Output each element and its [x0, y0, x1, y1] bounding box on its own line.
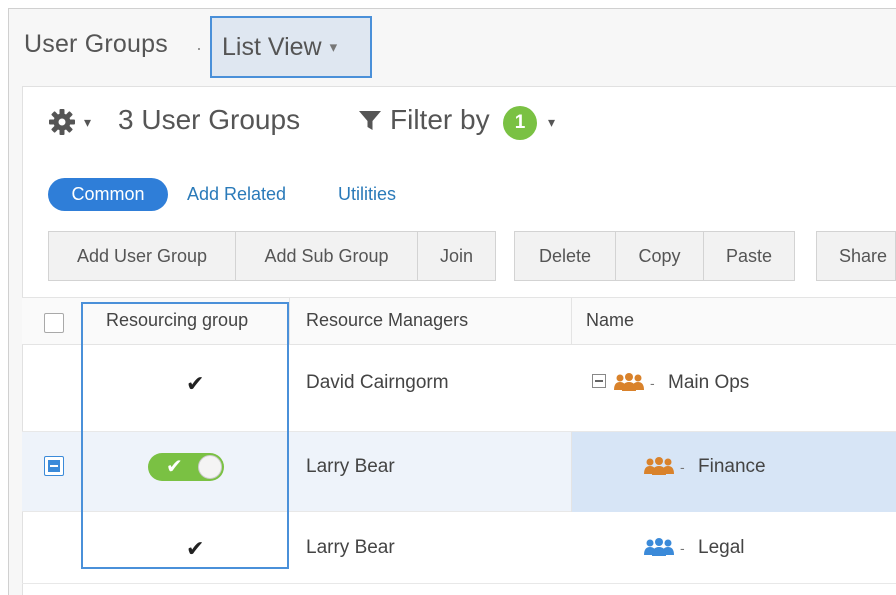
check-icon: ✔ [166, 456, 183, 478]
name-separator: - [680, 459, 685, 475]
user-group-icon [644, 538, 674, 556]
copy-button[interactable]: Copy [615, 231, 704, 281]
view-selector-label: List View [222, 32, 322, 61]
share-button[interactable]: Share [816, 231, 896, 281]
column-divider [289, 297, 290, 345]
resourcing-check: ✔ [186, 536, 205, 561]
view-selector-button[interactable]: List View ▾ [210, 16, 372, 78]
select-all-checkbox[interactable] [44, 313, 64, 333]
resource-manager-cell: Larry Bear [306, 456, 395, 477]
tab-add-related[interactable]: Add Related [187, 178, 286, 211]
table-row[interactable] [22, 512, 896, 584]
add-sub-group-button[interactable]: Add Sub Group [235, 231, 418, 281]
column-header-name[interactable]: Name [586, 310, 634, 331]
name-separator: - [650, 375, 655, 391]
group-count-label: 3 User Groups [118, 104, 301, 135]
column-header-resourcing-group[interactable]: Resourcing group [106, 310, 248, 331]
resourcing-check: ✔ [186, 371, 205, 396]
add-user-group-button[interactable]: Add User Group [48, 231, 236, 281]
chevron-down-icon: ▾ [329, 39, 338, 56]
toggle-knob [198, 455, 222, 479]
user-group-icon [614, 373, 644, 391]
breadcrumb-separator: · [196, 38, 202, 58]
tab-utilities[interactable]: Utilities [338, 178, 396, 211]
filter-by-button[interactable]: Filter by [390, 104, 490, 136]
tab-common[interactable]: Common [48, 178, 168, 211]
gear-chevron-down-icon[interactable]: ▾ [84, 114, 91, 131]
resource-manager-cell: Larry Bear [306, 537, 395, 558]
group-name-cell[interactable]: Finance [698, 456, 766, 478]
name-separator: - [680, 540, 685, 556]
paste-button[interactable]: Paste [703, 231, 795, 281]
join-button[interactable]: Join [417, 231, 496, 281]
column-header-resource-managers[interactable]: Resource Managers [306, 310, 468, 331]
delete-button[interactable]: Delete [514, 231, 616, 281]
resource-manager-cell: David Cairngorm [306, 372, 449, 393]
page-title: User Groups [24, 30, 168, 58]
column-divider [571, 297, 572, 345]
resourcing-group-toggle[interactable]: ✔ [148, 453, 224, 481]
filter-count-badge: 1 [503, 106, 537, 140]
filter-icon[interactable] [358, 110, 382, 132]
table-row[interactable] [22, 345, 896, 432]
gear-icon[interactable] [48, 108, 76, 136]
filter-chevron-down-icon[interactable]: ▾ [548, 114, 555, 131]
row-select-checkbox[interactable] [44, 456, 64, 476]
collapse-toggle-icon[interactable] [592, 374, 606, 388]
column-divider [571, 432, 572, 512]
group-name-cell[interactable]: Legal [698, 537, 745, 559]
group-name-cell[interactable]: Main Ops [668, 372, 749, 394]
user-group-icon [644, 457, 674, 475]
